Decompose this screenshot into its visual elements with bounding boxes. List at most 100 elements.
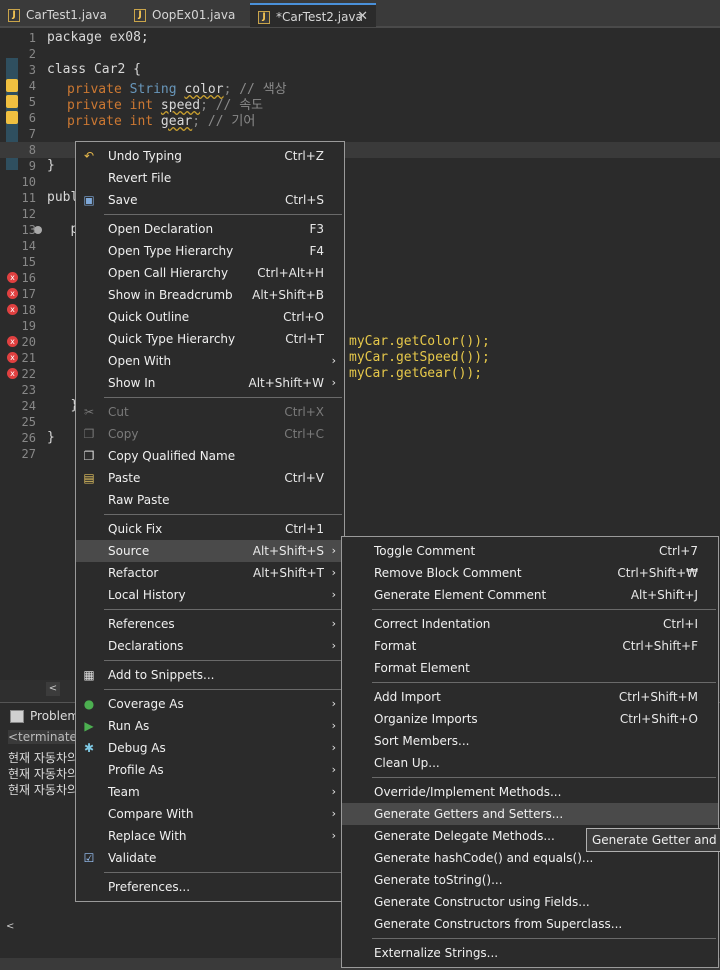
code-text: } <box>47 158 55 173</box>
cut-icon: ✂ <box>83 405 95 419</box>
menu-separator <box>372 682 716 683</box>
menu-item-label: Preferences... <box>108 880 191 894</box>
menu-item-label: Show in Breadcrumb <box>108 288 233 302</box>
menu-item-label: Quick Fix <box>108 522 163 536</box>
console-output-line: 현재 자동차의 <box>8 783 79 797</box>
code-line[interactable]: 6 private int gear; // 기어 <box>0 110 720 129</box>
menu-item-label: Add Import <box>374 690 441 704</box>
menu-item-generate-constructor-using-fields[interactable]: Generate Constructor using Fields... <box>342 891 718 913</box>
menu-item-profile-as[interactable]: Profile As › <box>76 759 344 781</box>
menu-separator <box>104 214 342 215</box>
line-number: 21 <box>21 351 36 365</box>
menu-item-replace-with[interactable]: Replace With › <box>76 825 344 847</box>
menu-item-show-in-breadcrumb[interactable]: Show in Breadcrumb Alt+Shift+B <box>76 284 344 306</box>
menu-item-open-call-hierarchy[interactable]: Open Call Hierarchy Ctrl+Alt+H <box>76 262 344 284</box>
menu-shortcut: Ctrl+7 <box>658 544 698 558</box>
menu-item-quick-outline[interactable]: Quick Outline Ctrl+O <box>76 306 344 328</box>
menu-item-remove-block-comment[interactable]: Remove Block Comment Ctrl+Shift+₩ <box>342 562 718 584</box>
menu-item-validate[interactable]: ☑ Validate <box>76 847 344 869</box>
tab-oopex01[interactable]: J OopEx01.java <box>126 3 246 27</box>
menu-item-open-with[interactable]: Open With › <box>76 350 344 372</box>
menu-item-clean-up[interactable]: Clean Up... <box>342 752 718 774</box>
line-number: 24 <box>21 399 36 413</box>
menu-item-source[interactable]: Source Alt+Shift+S › <box>76 540 344 562</box>
menu-item-quick-fix[interactable]: Quick Fix Ctrl+1 <box>76 518 344 540</box>
menu-item-generate-tostring[interactable]: Generate toString()... <box>342 869 718 891</box>
menu-item-sort-members[interactable]: Sort Members... <box>342 730 718 752</box>
tab-label: OopEx01.java <box>152 8 236 22</box>
menu-item-coverage-as[interactable]: ● Coverage As › <box>76 693 344 715</box>
tab-cartest2[interactable]: J *CarTest2.java ✕ <box>250 3 376 27</box>
checkbox-icon: ☑ <box>83 851 95 865</box>
console-output-line: 현재 자동차의 <box>8 767 79 781</box>
menu-item-open-type-hierarchy[interactable]: Open Type Hierarchy F4 <box>76 240 344 262</box>
menu-item-generate-getters-and-setters[interactable]: Generate Getters and Setters... <box>342 803 718 825</box>
chevron-right-icon: › <box>331 354 336 367</box>
line-number: 16 <box>21 271 36 285</box>
menu-item-run-as[interactable]: ▶ Run As › <box>76 715 344 737</box>
menu-item-label: Format <box>374 639 417 653</box>
menu-item-label: Generate Delegate Methods... <box>374 829 555 843</box>
line-number: 9 <box>28 159 36 173</box>
line-number: 4 <box>28 79 36 93</box>
scroll-left-button[interactable]: < <box>6 921 20 935</box>
menu-item-label: Run As <box>108 719 150 733</box>
menu-item-local-history[interactable]: Local History › <box>76 584 344 606</box>
menu-item-save[interactable]: ▣ Save Ctrl+S <box>76 189 344 211</box>
code-line[interactable]: 5 private int speed; // 속도 <box>0 94 720 113</box>
undo-icon: ↶ <box>83 149 95 163</box>
code-text: myCar.getColor()); <box>349 334 490 349</box>
menu-item-show-in[interactable]: Show In Alt+Shift+W › <box>76 372 344 394</box>
menu-item-correct-indentation[interactable]: Correct Indentation Ctrl+I <box>342 613 718 635</box>
menu-item-compare-with[interactable]: Compare With › <box>76 803 344 825</box>
code-line[interactable]: 4 private String color; // 색상 <box>0 78 720 97</box>
menu-item-add-to-snippets[interactable]: ▦ Add to Snippets... <box>76 664 344 686</box>
console-output-line: 현재 자동차의 <box>8 751 79 765</box>
line-number: 10 <box>21 175 36 189</box>
menu-item-externalize-strings[interactable]: Externalize Strings... <box>342 942 718 964</box>
menu-item-refactor[interactable]: Refactor Alt+Shift+T › <box>76 562 344 584</box>
menu-separator <box>104 397 342 398</box>
menu-item-label: Override/Implement Methods... <box>374 785 562 799</box>
menu-item-label: Paste <box>108 471 141 485</box>
copy-icon: ❐ <box>83 427 95 441</box>
menu-item-generate-element-comment[interactable]: Generate Element Comment Alt+Shift+J <box>342 584 718 606</box>
code-text: } <box>47 398 79 413</box>
close-icon[interactable]: ✕ <box>357 9 368 24</box>
tab-cartest1[interactable]: J CarTest1.java <box>0 3 120 27</box>
menu-item-generate-constructors-from-superclass[interactable]: Generate Constructors from Superclass... <box>342 913 718 935</box>
menu-item-raw-paste[interactable]: Raw Paste <box>76 489 344 511</box>
menu-item-debug-as[interactable]: ✱ Debug As › <box>76 737 344 759</box>
menu-item-preferences[interactable]: Preferences... <box>76 876 344 898</box>
menu-shortcut: Alt+Shift+T <box>253 566 324 580</box>
menu-item-quick-type-hierarchy[interactable]: Quick Type Hierarchy Ctrl+T <box>76 328 344 350</box>
line-number: 5 <box>28 95 36 109</box>
code-line[interactable]: 2 <box>0 46 720 62</box>
code-line[interactable]: 7 <box>0 126 720 142</box>
line-number: 8 <box>28 143 36 157</box>
code-line[interactable]: 3 class Car2 { <box>0 62 720 78</box>
menu-item-references[interactable]: References › <box>76 613 344 635</box>
menu-item-format[interactable]: Format Ctrl+Shift+F <box>342 635 718 657</box>
java-file-icon: J <box>8 9 20 22</box>
menu-shortcut: Ctrl+1 <box>284 522 324 536</box>
run-icon: ▶ <box>84 719 94 733</box>
menu-item-team[interactable]: Team › <box>76 781 344 803</box>
problems-tab[interactable]: Problem <box>8 709 79 723</box>
menu-item-add-import[interactable]: Add Import Ctrl+Shift+M <box>342 686 718 708</box>
menu-item-copy-qualified-name[interactable]: ❐ Copy Qualified Name <box>76 445 344 467</box>
menu-item-toggle-comment[interactable]: Toggle Comment Ctrl+7 <box>342 540 718 562</box>
scroll-left-button[interactable]: < <box>46 682 60 696</box>
menu-separator <box>372 609 716 610</box>
menu-item-organize-imports[interactable]: Organize Imports Ctrl+Shift+O <box>342 708 718 730</box>
menu-item-label: Copy <box>108 427 139 441</box>
menu-item-undo-typing[interactable]: ↶ Undo Typing Ctrl+Z <box>76 145 344 167</box>
line-number: 27 <box>21 447 36 461</box>
menu-item-declarations[interactable]: Declarations › <box>76 635 344 657</box>
code-line[interactable]: 1 package ex08; <box>0 30 720 46</box>
menu-item-open-declaration[interactable]: Open Declaration F3 <box>76 218 344 240</box>
menu-item-format-element[interactable]: Format Element <box>342 657 718 679</box>
menu-item-revert-file[interactable]: Revert File <box>76 167 344 189</box>
menu-item-override-implement-methods[interactable]: Override/Implement Methods... <box>342 781 718 803</box>
menu-item-paste[interactable]: ▤ Paste Ctrl+V <box>76 467 344 489</box>
